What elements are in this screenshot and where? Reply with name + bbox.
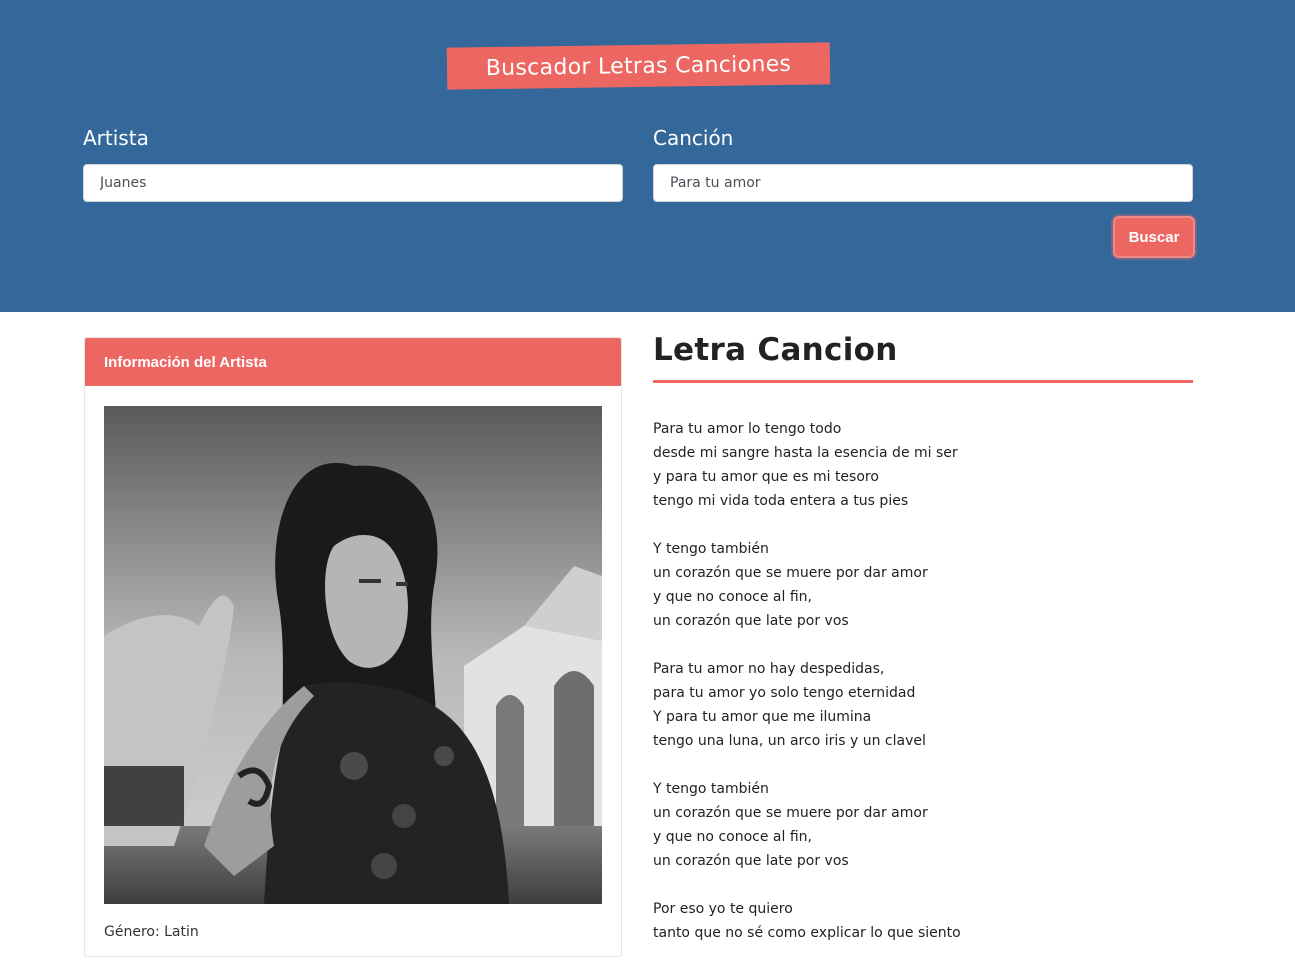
lyrics-line: y que no conoce al fin,: [653, 829, 812, 845]
search-header: Buscador Letras Canciones Artista Canció…: [0, 0, 1295, 312]
lyrics-line: Por eso yo te quiero: [653, 901, 793, 917]
lyrics-line: tengo mi vida toda entera a tus pies: [653, 493, 909, 509]
artist-input[interactable]: [83, 164, 623, 202]
lyrics-line: un corazón que late por vos: [653, 853, 849, 869]
search-button[interactable]: Buscar: [1113, 216, 1195, 258]
lyrics-line: desde mi sangre hasta la esencia de mi s…: [653, 445, 958, 461]
lyrics-line: Y para tu amor que me ilumina: [653, 709, 872, 725]
artist-info-card: Información del Artista Género: Latin: [84, 337, 622, 957]
lyrics-line: Para tu amor no hay despedidas,: [653, 661, 885, 677]
lyrics-stanza: Y tengo también un corazón que se muere p…: [653, 777, 1193, 873]
lyrics-line: Y tengo también: [653, 781, 769, 797]
artist-photo: [104, 406, 602, 904]
artist-info-header: Información del Artista: [85, 338, 621, 386]
lyrics-line: un corazón que se muere por dar amor: [653, 565, 928, 581]
app-title: Buscador Letras Canciones: [446, 42, 831, 90]
lyrics-line: para tu amor yo solo tengo eternidad: [653, 685, 916, 701]
lyrics-stanza: Para tu amor no hay despedidas, para tu a…: [653, 657, 1193, 753]
lyrics-line: Y tengo también: [653, 541, 769, 557]
lyrics-line: tengo una luna, un arco iris y un clavel: [653, 733, 926, 749]
lyrics-line: tanto que no sé como explicar lo que sie…: [653, 925, 961, 941]
lyrics-title: Letra Cancion: [653, 332, 898, 368]
lyrics-line: un corazón que se muere por dar amor: [653, 805, 928, 821]
artist-label: Artista: [83, 126, 149, 150]
lyrics-divider: [653, 380, 1193, 383]
lyrics-line: un corazón que late por vos: [653, 613, 849, 629]
song-label: Canción: [653, 126, 734, 150]
lyrics-stanza: Por eso yo te quiero tanto que no sé como…: [653, 897, 1193, 945]
lyrics-stanza: Y tengo también un corazón que se muere p…: [653, 537, 1193, 633]
lyrics-line: Para tu amor lo tengo todo: [653, 421, 842, 437]
lyrics-body: Para tu amor lo tengo todo desde mi sangr…: [653, 417, 1193, 969]
lyrics-stanza: Para tu amor lo tengo todo desde mi sangr…: [653, 417, 1193, 513]
artist-genre: Género: Latin: [104, 924, 199, 940]
lyrics-line: y para tu amor que es mi tesoro: [653, 469, 879, 485]
song-input[interactable]: [653, 164, 1193, 202]
lyrics-line: y que no conoce al fin,: [653, 589, 812, 605]
